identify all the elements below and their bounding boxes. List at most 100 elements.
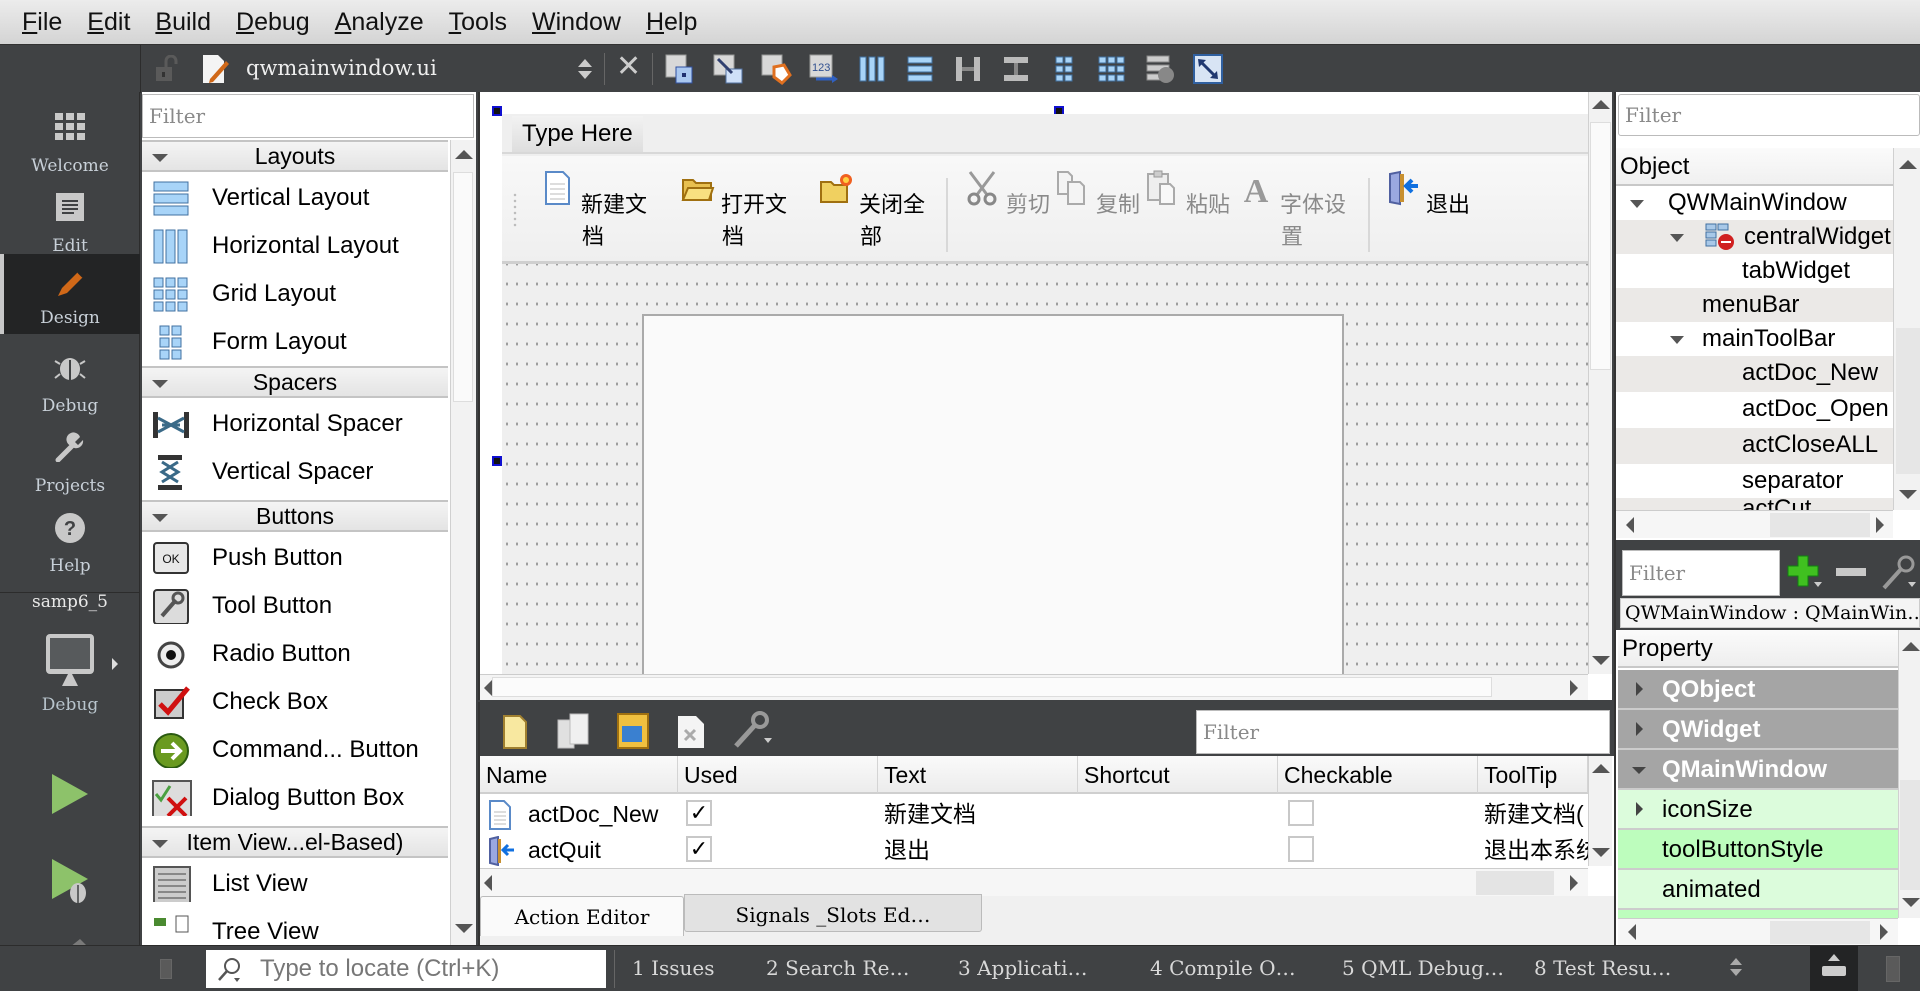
column-header-name[interactable]: Name bbox=[480, 756, 678, 794]
resize-handle[interactable] bbox=[492, 106, 502, 116]
widget-box-scrollbar[interactable] bbox=[450, 140, 476, 945]
widget-filter-input[interactable]: Filter bbox=[142, 94, 474, 138]
scroll-down-icon[interactable] bbox=[455, 924, 473, 933]
pane-more-arrows-icon[interactable] bbox=[1730, 958, 1742, 976]
scroll-left-icon[interactable] bbox=[1628, 924, 1636, 940]
file-switch-arrows-icon[interactable] bbox=[578, 59, 592, 79]
expand-arrow-icon[interactable] bbox=[1630, 200, 1644, 208]
expand-arrow-icon[interactable] bbox=[1636, 682, 1643, 696]
widget-item[interactable]: Tree View bbox=[142, 908, 448, 945]
delete-action-icon[interactable] bbox=[676, 714, 706, 750]
resize-handle[interactable] bbox=[492, 456, 502, 466]
toggle-sidebar-icon[interactable] bbox=[160, 959, 172, 979]
toolbar-action-paste[interactable]: 粘贴 bbox=[1142, 156, 1232, 264]
action-filter-input[interactable]: Filter bbox=[1196, 710, 1610, 754]
property-hscrollbar[interactable] bbox=[1618, 918, 1898, 945]
column-header-checkable[interactable]: Checkable bbox=[1278, 756, 1478, 794]
maximize-output-button[interactable] bbox=[1810, 946, 1858, 991]
copy-action-icon[interactable] bbox=[554, 712, 594, 750]
new-action-icon[interactable] bbox=[500, 712, 530, 750]
remove-dynamic-property-icon[interactable] bbox=[1836, 568, 1866, 576]
toolbar-action-cut[interactable]: 剪切 bbox=[962, 156, 1052, 264]
category-spacers[interactable]: Spacers bbox=[142, 366, 448, 398]
scroll-up-icon[interactable] bbox=[1592, 100, 1610, 109]
current-file-name[interactable]: qwmainwindow.ui bbox=[246, 53, 437, 83]
toolbar-action-font[interactable]: A 字体设置 bbox=[1232, 156, 1352, 264]
pane-test-results[interactable]: 8 Test Resu… bbox=[1534, 946, 1671, 991]
scrollbar-thumb[interactable] bbox=[1770, 921, 1870, 944]
property-group-qmainwindow[interactable]: QMainWindow bbox=[1618, 750, 1898, 790]
column-header-tooltip[interactable]: ToolTip bbox=[1478, 756, 1588, 794]
widget-item[interactable]: Radio Button bbox=[142, 630, 448, 678]
layout-horizontal-splitter-icon[interactable] bbox=[952, 53, 984, 85]
tree-item[interactable]: actCloseALL bbox=[1616, 428, 1893, 464]
tree-item[interactable]: actDoc_New bbox=[1616, 356, 1893, 392]
menu-build[interactable]: Build bbox=[155, 8, 211, 37]
scroll-down-icon[interactable] bbox=[1899, 490, 1917, 499]
table-row[interactable]: actQuit ✓ 退出 退出本系统 bbox=[480, 832, 1588, 868]
edit-signals-slots-icon[interactable] bbox=[712, 53, 744, 85]
scroll-down-icon[interactable] bbox=[1902, 898, 1920, 907]
edit-buddies-icon[interactable] bbox=[760, 53, 792, 85]
collapse-arrow-icon[interactable] bbox=[1632, 767, 1646, 774]
configure-property-icon[interactable] bbox=[1880, 552, 1920, 592]
menu-debug[interactable]: Debug bbox=[236, 8, 310, 37]
category-buttons[interactable]: Buttons bbox=[142, 500, 448, 532]
toolbar-action-new[interactable]: 新建文档 bbox=[538, 156, 648, 264]
property-group-qobject[interactable]: QObject bbox=[1618, 670, 1898, 710]
expand-arrow-icon[interactable] bbox=[1636, 802, 1643, 816]
kit-expand-icon[interactable] bbox=[112, 658, 118, 670]
layout-form-icon[interactable] bbox=[1048, 53, 1080, 85]
column-header-shortcut[interactable]: Shortcut bbox=[1078, 756, 1278, 794]
kit-selector[interactable] bbox=[40, 632, 100, 697]
table-row[interactable]: actDoc_New ✓ 新建文档 新建文档( bbox=[480, 796, 1588, 832]
menu-file[interactable]: File bbox=[22, 8, 62, 37]
property-row[interactable]: iconSize bbox=[1618, 790, 1898, 830]
expand-arrow-icon[interactable] bbox=[1670, 336, 1684, 344]
toolbar-action-open[interactable]: 打开文档 bbox=[678, 156, 788, 264]
pane-search-results[interactable]: 2 Search Re… bbox=[766, 946, 909, 991]
scroll-right-icon[interactable] bbox=[1880, 924, 1888, 940]
main-window-form[interactable]: Type Here 新建文档 打开文档 关闭全部 剪切 复制 粘贴 A 字体设置… bbox=[502, 114, 1588, 674]
widget-item[interactable]: Grid Layout bbox=[142, 270, 448, 318]
widget-item[interactable]: Dialog Button Box bbox=[142, 774, 448, 822]
menu-analyze[interactable]: Analyze bbox=[335, 8, 424, 37]
widget-item[interactable]: Horizontal Layout bbox=[142, 222, 448, 270]
scrollbar-thumb[interactable] bbox=[1900, 780, 1920, 890]
central-widget[interactable] bbox=[642, 314, 1344, 674]
widget-item[interactable]: Horizontal Spacer bbox=[142, 400, 448, 448]
property-vscrollbar[interactable] bbox=[1898, 630, 1920, 918]
action-table-vscrollbar[interactable] bbox=[1588, 756, 1612, 866]
layout-horizontal-icon[interactable] bbox=[856, 53, 888, 85]
widget-item[interactable]: Command... Button bbox=[142, 726, 448, 774]
toolbar-action-quit[interactable]: 退出 bbox=[1382, 156, 1472, 264]
tree-item[interactable]: tabWidget bbox=[1616, 254, 1893, 288]
adjust-size-icon[interactable] bbox=[1192, 53, 1224, 85]
mode-projects[interactable]: Projects bbox=[0, 422, 140, 502]
layout-vertical-splitter-icon[interactable] bbox=[1000, 53, 1032, 85]
property-row[interactable]: animated bbox=[1618, 870, 1898, 910]
pane-application-output[interactable]: 3 Applicati… bbox=[958, 946, 1087, 991]
property-column-header[interactable]: Property bbox=[1618, 630, 1898, 668]
expand-arrow-icon[interactable] bbox=[1670, 234, 1684, 242]
scrollbar-thumb[interactable] bbox=[1770, 513, 1870, 537]
tree-item[interactable]: centralWidget bbox=[1616, 220, 1893, 254]
property-group-qwidget[interactable]: QWidget bbox=[1618, 710, 1898, 750]
scroll-right-icon[interactable] bbox=[1876, 517, 1884, 533]
form-vertical-scrollbar[interactable] bbox=[1588, 92, 1612, 674]
widget-item[interactable]: Form Layout bbox=[142, 318, 448, 366]
scroll-left-icon[interactable] bbox=[484, 875, 492, 891]
paste-action-icon[interactable] bbox=[614, 710, 652, 750]
pane-compile-output[interactable]: 4 Compile O… bbox=[1150, 946, 1296, 991]
tree-item[interactable]: separator bbox=[1616, 464, 1893, 498]
column-header-text[interactable]: Text bbox=[878, 756, 1078, 794]
widget-item[interactable]: List View bbox=[142, 860, 448, 908]
layout-vertical-icon[interactable] bbox=[904, 53, 936, 85]
edit-tab-order-icon[interactable]: 123 bbox=[808, 53, 840, 85]
break-layout-icon[interactable] bbox=[1144, 53, 1176, 85]
form-horizontal-scrollbar[interactable] bbox=[480, 674, 1588, 700]
scroll-up-icon[interactable] bbox=[1592, 764, 1610, 773]
locator-input[interactable]: Type to locate (Ctrl+K) bbox=[206, 950, 606, 988]
menu-tools[interactable]: Tools bbox=[449, 8, 507, 37]
mode-edit[interactable]: Edit bbox=[0, 182, 140, 262]
